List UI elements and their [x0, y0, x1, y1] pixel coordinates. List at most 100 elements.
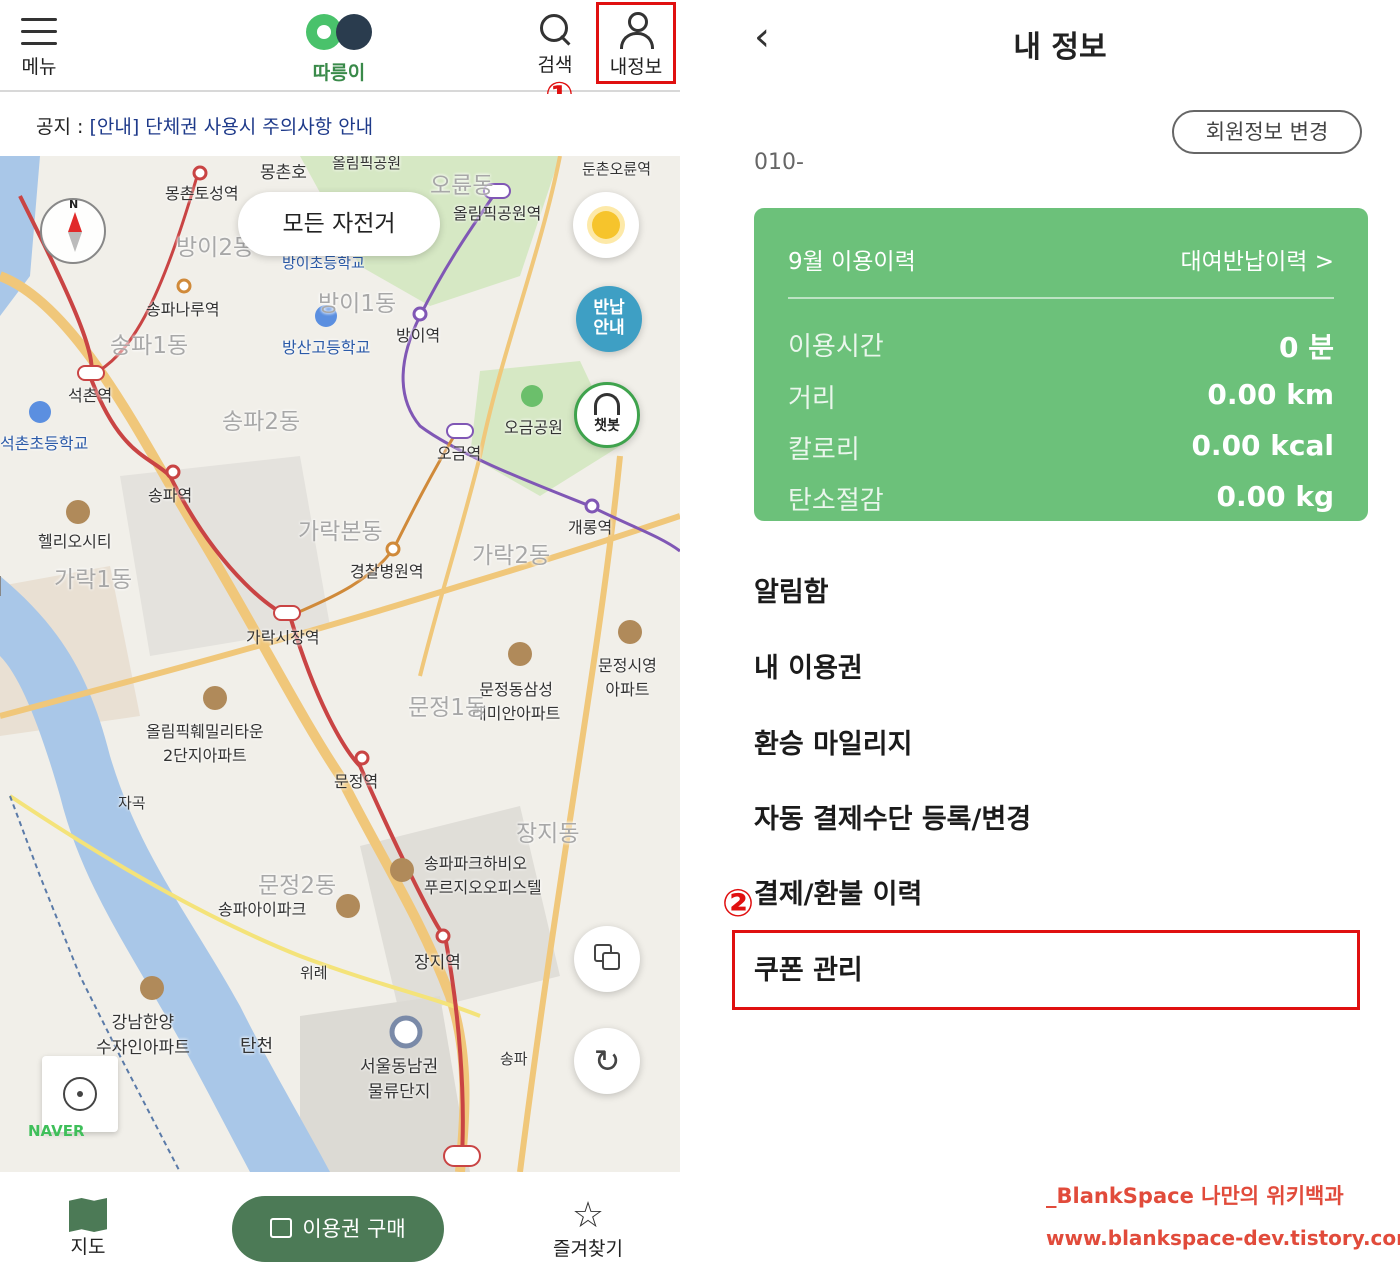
menu-item-auto-payment[interactable]: 자동 결제수단 등록/변경: [754, 797, 1031, 836]
naver-logo: NAVER: [28, 1122, 85, 1140]
stat-label: 칼로리: [788, 435, 860, 465]
map-label: 올림픽훼밀리타운 2단지아파트: [146, 722, 264, 765]
buy-ticket-label: 이용권 구매: [302, 1217, 406, 1241]
map-label: 오금역: [437, 444, 482, 463]
edit-member-info-button[interactable]: 회원정보 변경: [1172, 110, 1362, 154]
map-label: 문정역: [334, 772, 379, 791]
left-phone-screen: 메뉴 따릉이 검색 내정보 ① 공지 : [안내] 단체권 사용시 주의사항 안…: [0, 0, 680, 1270]
map-label: 헬리오시티: [38, 532, 112, 551]
stat-label: 탄소절감: [788, 486, 884, 516]
card-divider: [788, 297, 1334, 299]
chatbot-button[interactable]: 챗봇: [574, 382, 640, 448]
bike-filter-chip[interactable]: 모든 자전거: [238, 192, 440, 256]
watermark-title: _BlankSpace 나만의 위키백과: [1046, 1184, 1344, 1208]
search-button[interactable]: 검색: [530, 8, 580, 77]
map-label: 경찰병원역: [350, 562, 424, 581]
map-label: 탄천: [240, 1036, 274, 1057]
back-arrow-icon[interactable]: ‹: [754, 14, 770, 60]
my-location-button[interactable]: [42, 1056, 118, 1132]
ttareungi-logo-icon: [306, 14, 372, 50]
map-label: 송파역: [148, 486, 193, 505]
map-label: 송파: [500, 1050, 528, 1068]
map-tab[interactable]: 지도: [58, 1198, 118, 1259]
hamburger-icon: [21, 16, 57, 48]
map-label: 석촌역: [68, 386, 113, 405]
map-tab-label: 지도: [70, 1236, 106, 1258]
month-usage-label: 9월 이용이력: [788, 249, 916, 275]
favorites-label: 즐겨찾기: [553, 1238, 623, 1260]
map-label: 가락2동: [472, 543, 551, 569]
map-label: 문정2동: [258, 873, 337, 899]
map-label: 올림픽공원역: [453, 204, 542, 223]
map-label: 장지동: [516, 821, 580, 847]
phone-number: 010-: [754, 150, 804, 175]
map-label: 송파파크하비오 푸르지오오피스텔: [424, 854, 542, 897]
map-label: 문정1동: [408, 695, 487, 721]
notice-text[interactable]: [안내] 단체권 사용시 주의사항 안내: [89, 116, 373, 138]
annotation-box-my-info: [596, 2, 676, 84]
logo-label: 따릉이: [312, 62, 366, 84]
map-label: 몽촌토성역: [165, 184, 239, 203]
bike-map[interactable]: N 몽촌호 올림픽공원 오륜동 둔촌오륜역 몽촌토성역 올림픽공원역 방이2동 …: [0, 156, 680, 1172]
map-label: 방이역: [396, 326, 441, 345]
map-label: 장지역: [414, 953, 461, 973]
stat-value: 0.00 kcal: [1191, 429, 1334, 462]
sun-icon: [592, 211, 620, 239]
notice-prefix: 공지 :: [36, 116, 90, 138]
menu-button[interactable]: 메뉴: [14, 8, 64, 79]
stat-label: 이용시간: [788, 332, 884, 362]
search-icon: [538, 12, 572, 46]
menu-item-payment-refund-history[interactable]: 결제/환불 이력: [754, 872, 922, 911]
map-label: 방산고등학교: [282, 338, 371, 357]
usage-summary-card: 9월 이용이력 대여반납이력 > 이용시간 0 분 거리 0.00 km 칼로리…: [754, 208, 1368, 521]
stat-calorie: 칼로리 0.00 kcal: [788, 429, 1334, 466]
return-guide-label: 반납 안내: [593, 298, 625, 338]
ticket-icon: [270, 1218, 293, 1238]
menu-item-my-tickets[interactable]: 내 이용권: [754, 646, 863, 685]
stat-label: 거리: [788, 384, 836, 414]
map-label: 송파1동: [110, 333, 189, 359]
annotation-marker-2: ②: [722, 881, 755, 925]
top-navigation-bar: 메뉴 따릉이 검색 내정보: [0, 0, 680, 92]
map-label: 올림픽공원: [332, 156, 402, 172]
rental-history-link[interactable]: 대여반납이력 >: [1180, 242, 1334, 276]
right-phone-screen: ‹ 내 정보 회원정보 변경 010- 9월 이용이력 대여반납이력 > 이용시…: [700, 0, 1400, 1270]
menu-item-notifications[interactable]: 알림함: [754, 570, 829, 609]
map-label: 가락본동: [298, 519, 383, 545]
watermark-url: www.blankspace-dev.tistory.com: [1046, 1226, 1400, 1250]
map-label: 문정시영 아파트: [598, 656, 657, 699]
map-label: 송파아이파크: [218, 900, 307, 919]
star-icon: ☆: [571, 1195, 605, 1236]
map-label: 오금공원: [504, 418, 563, 437]
return-guide-button[interactable]: 반납 안내: [576, 286, 642, 352]
map-label: 석촌초등학교: [0, 434, 89, 453]
menu-item-transfer-mileage[interactable]: 환승 마일리지: [754, 722, 912, 761]
compass-north-label: N: [69, 198, 79, 211]
annotation-box-coupon: [732, 930, 1360, 1010]
chatbot-label: 챗봇: [594, 418, 620, 434]
buy-ticket-button[interactable]: 이용권 구매: [232, 1196, 444, 1262]
page-title: 내 정보: [1013, 30, 1107, 65]
refresh-button[interactable]: ↻: [574, 1028, 640, 1094]
refresh-icon: ↻: [593, 1042, 621, 1080]
layers-button[interactable]: [574, 926, 640, 992]
map-label: 서울동남권 물류단지: [360, 1057, 439, 1102]
map-label: 가락시장역: [246, 628, 320, 647]
search-label: 검색: [537, 54, 573, 76]
weather-button[interactable]: [573, 192, 639, 258]
app-logo[interactable]: 따릉이: [298, 8, 380, 85]
map-label: 방이1동: [318, 291, 397, 317]
map-label: 가락1동: [54, 567, 133, 593]
stat-distance: 거리 0.00 km: [788, 378, 1334, 415]
menu-label: 메뉴: [21, 56, 57, 78]
notice-banner[interactable]: 공지 : [안내] 단체권 사용시 주의사항 안내: [0, 94, 680, 156]
favorites-tab[interactable]: ☆ 즐겨찾기: [548, 1198, 628, 1261]
map-label: 송파2동: [222, 409, 301, 435]
map-icon: [69, 1198, 107, 1232]
stat-value: 0 분: [1279, 331, 1334, 364]
map-label: 둔촌오륜역: [582, 160, 652, 178]
map-label: 강남한양 수자인아파트: [96, 1013, 190, 1058]
compass-icon[interactable]: N: [40, 198, 106, 264]
map-label: 오륜동: [430, 173, 494, 199]
map-label: 송파나루역: [146, 300, 220, 319]
